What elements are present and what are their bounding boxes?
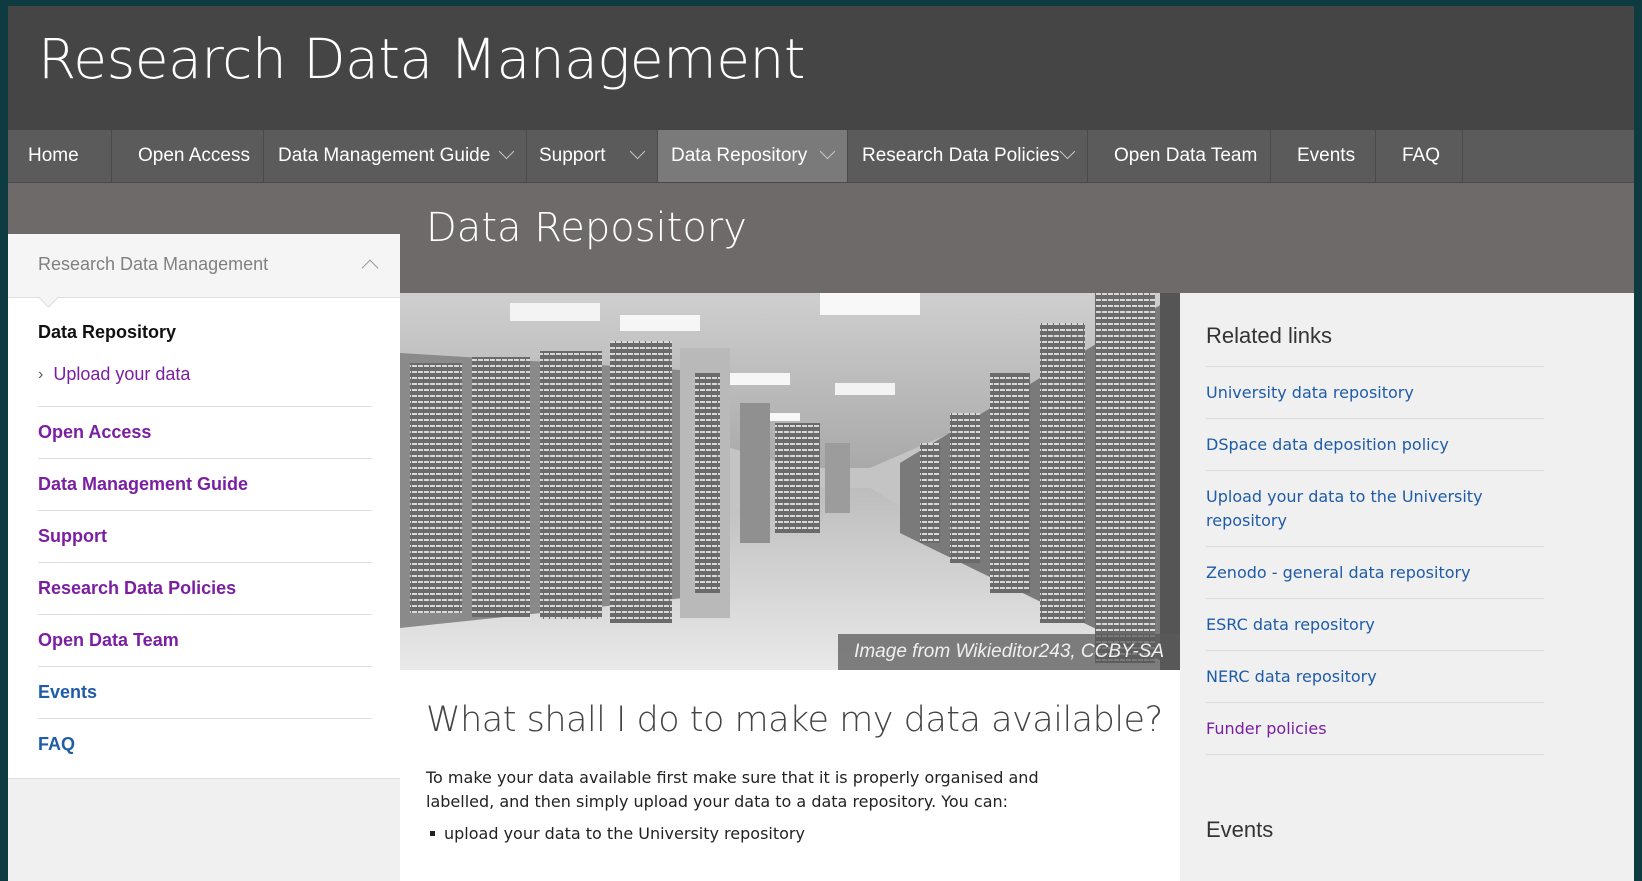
- nav-item-data-repository[interactable]: Data Repository: [658, 130, 848, 182]
- nav-item-label: Data Repository: [671, 145, 808, 166]
- nav-item-label: Data Management Guide: [278, 145, 491, 166]
- nav-item-home[interactable]: Home: [8, 130, 112, 182]
- chevron-down-icon[interactable]: [819, 143, 836, 160]
- server-room-illustration: [400, 293, 1180, 670]
- list-item-text: upload your data to the University repos…: [444, 824, 805, 843]
- nav-item-support[interactable]: Support: [527, 130, 658, 182]
- nav-item-label: Research Data Policies: [862, 145, 1060, 166]
- related-link-zenodo[interactable]: Zenodo - general data repository: [1206, 546, 1544, 598]
- sidebar-item-upload-your-data[interactable]: › Upload your data: [38, 364, 190, 385]
- nav-item-label: Open Data Team: [1114, 145, 1258, 166]
- intro-paragraph: To make your data available first make s…: [426, 768, 1039, 811]
- related-links-heading: Related links: [1206, 323, 1332, 348]
- chevron-down-icon[interactable]: [1059, 143, 1076, 160]
- sidebar-item-research-data-policies[interactable]: Research Data Policies: [38, 562, 372, 614]
- chevron-right-icon: ›: [38, 365, 44, 383]
- related-link-funder-policies[interactable]: Funder policies: [1206, 702, 1544, 754]
- related-link-upload-data[interactable]: Upload your data to the University repos…: [1206, 470, 1544, 546]
- main-nav: Home Open Access Data Management Guide S…: [8, 130, 1634, 183]
- sidebar-current-page: Data Repository: [38, 322, 177, 342]
- nav-item-open-data-team[interactable]: Open Data Team: [1088, 130, 1271, 182]
- nav-item-research-data-policies[interactable]: Research Data Policies: [848, 130, 1088, 182]
- events-heading: Events: [1206, 817, 1274, 842]
- main-content: What shall I do to make my data availabl…: [400, 670, 1180, 881]
- sidebar-item-label: Upload your data: [53, 364, 191, 384]
- related-links-panel: Related links University data repository…: [1180, 293, 1634, 881]
- hero-image: Image from Wikieditor243, CCBY-SA: [400, 293, 1180, 670]
- related-link-nerc[interactable]: NERC data repository: [1206, 650, 1544, 702]
- related-link-university-data-repository[interactable]: University data repository: [1206, 366, 1544, 418]
- chevron-down-icon[interactable]: [629, 143, 646, 160]
- page-title: Data Repository: [426, 205, 747, 251]
- nav-item-label: Events: [1297, 145, 1356, 166]
- related-link-esrc[interactable]: ESRC data repository: [1206, 598, 1544, 650]
- section-heading: What shall I do to make my data availabl…: [426, 700, 1163, 740]
- nav-item-label: Home: [28, 145, 79, 166]
- sidebar-header-label: Research Data Management: [38, 254, 269, 274]
- chevron-up-icon[interactable]: [361, 259, 379, 277]
- chevron-down-icon[interactable]: [498, 143, 515, 160]
- list-item: upload your data to the University repos…: [430, 824, 805, 843]
- nav-item-data-management-guide[interactable]: Data Management Guide: [264, 130, 527, 182]
- sidebar-item-open-data-team[interactable]: Open Data Team: [38, 614, 372, 666]
- site-title[interactable]: Research Data Management: [38, 24, 805, 94]
- sidebar-item-data-management-guide[interactable]: Data Management Guide: [38, 458, 372, 510]
- nav-item-label: Support: [539, 145, 606, 166]
- nav-item-open-access[interactable]: Open Access: [112, 130, 264, 182]
- related-links-list: University data repository DSpace data d…: [1206, 366, 1544, 755]
- image-credit: Image from Wikieditor243, CCBY-SA: [838, 634, 1180, 670]
- sidebar-panel: Research Data Management Data Repository…: [8, 234, 400, 779]
- sidebar: Research Data Management Data Repository…: [8, 234, 400, 881]
- sidebar-item-events[interactable]: Events: [38, 666, 372, 718]
- nav-item-label: FAQ: [1402, 145, 1441, 166]
- related-link-dspace-policy[interactable]: DSpace data deposition policy: [1206, 418, 1544, 470]
- sidebar-item-support[interactable]: Support: [38, 510, 372, 562]
- sidebar-item-open-access[interactable]: Open Access: [38, 406, 372, 458]
- sidebar-item-faq[interactable]: FAQ: [38, 718, 372, 770]
- sidebar-header[interactable]: Research Data Management: [8, 234, 400, 298]
- nav-item-faq[interactable]: FAQ: [1376, 130, 1463, 182]
- browser-page: Research Data Management Home Open Acces…: [8, 6, 1634, 881]
- nav-item-events[interactable]: Events: [1271, 130, 1376, 182]
- masthead: Research Data Management: [8, 6, 1634, 130]
- bullet-icon: [430, 831, 435, 836]
- nav-item-label: Open Access: [138, 145, 250, 166]
- divider: [1206, 754, 1544, 755]
